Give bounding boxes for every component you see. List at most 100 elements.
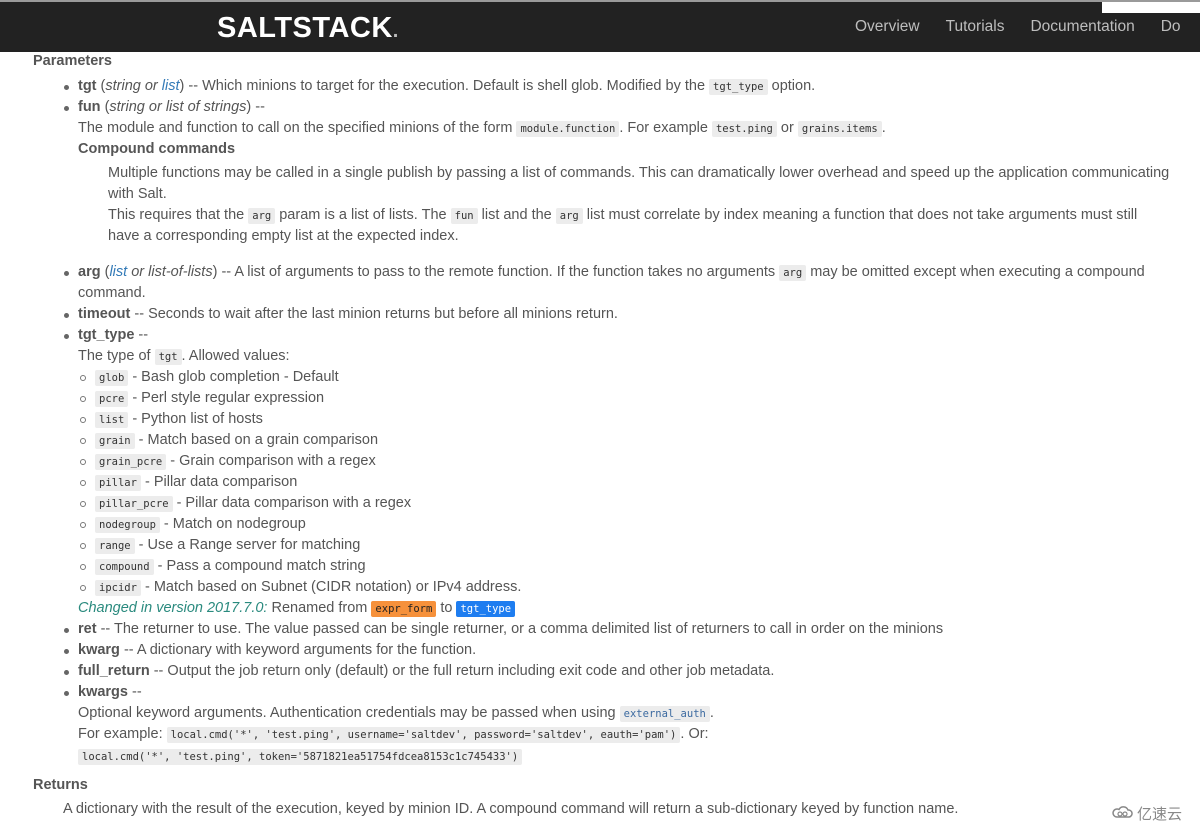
- tgt-type-value-item: compound - Pass a compound match string: [80, 556, 366, 578]
- tgt-type-intro: The type of tgt. Allowed values:: [78, 346, 290, 368]
- code-expr-form-highlighted: expr_form: [371, 601, 437, 617]
- value-desc: - Bash glob completion - Default: [128, 369, 339, 385]
- code-value: compound: [95, 559, 154, 575]
- kwargs-example: For example: local.cmd('*', 'test.ping',…: [78, 724, 709, 746]
- tgt-type-value-item: ipcidr - Match based on Subnet (CIDR not…: [79, 577, 522, 599]
- value-desc: - Pass a compound match string: [153, 558, 366, 574]
- param-type: string or list of strings: [109, 99, 247, 115]
- code-value: pcre: [95, 391, 129, 407]
- nav-documentation[interactable]: Documentation: [1030, 18, 1134, 36]
- param-desc: -- Output the job return only (default) …: [149, 663, 775, 679]
- nav-overview[interactable]: Overview: [855, 18, 920, 36]
- code-value: list: [95, 412, 129, 428]
- tgt-type-value-item: pcre - Perl style regular expression: [79, 388, 324, 410]
- returns-heading: Returns: [33, 777, 88, 793]
- param-name: full_return: [78, 663, 150, 679]
- tgt-type-value-item: nodegroup - Match on nodegroup: [80, 514, 306, 536]
- tgt-type-value-item: glob - Bash glob completion - Default: [80, 367, 339, 389]
- code-arg: arg: [555, 208, 583, 224]
- code-tgt-type: tgt_type: [709, 79, 768, 95]
- watermark-text: 亿速云: [1136, 806, 1182, 823]
- code-value: grain_pcre: [95, 454, 167, 470]
- text: The type of: [78, 348, 155, 364]
- param-full-return: full_return -- Output the job return onl…: [63, 661, 775, 682]
- code-test-ping: test.ping: [711, 121, 777, 137]
- arg-desc-end: command.: [78, 285, 146, 301]
- code-external-auth-link[interactable]: external_auth: [619, 706, 710, 722]
- tgt-type-value-item: pillar_pcre - Pillar data comparison wit…: [79, 493, 412, 515]
- code-tgt-type-selected: tgt_type: [456, 601, 516, 617]
- logo-text: SALTSTACK: [217, 12, 393, 44]
- code-value: range: [95, 538, 135, 554]
- main-nav: Overview Tutorials Documentation Do: [855, 18, 1200, 36]
- param-name: tgt: [78, 78, 97, 94]
- param-kwarg: kwarg -- A dictionary with keyword argum…: [63, 640, 477, 661]
- text: The module and function to call on the s…: [78, 120, 517, 136]
- nav-downloads[interactable]: Do: [1161, 18, 1181, 36]
- code-arg: arg: [248, 208, 276, 224]
- code-value: pillar_pcre: [95, 496, 173, 512]
- param-desc: -- Seconds to wait after the last minion…: [130, 306, 618, 322]
- text: Renamed from: [267, 600, 372, 616]
- param-desc: -- Which minions to target for the execu…: [184, 78, 710, 94]
- param-desc: may be omitted except when executing a c…: [806, 264, 1145, 280]
- logo-dot: .: [392, 20, 399, 42]
- compound-p2: This requires that the arg param is a li…: [108, 205, 1137, 227]
- returns-desc: A dictionary with the result of the exec…: [63, 801, 959, 817]
- code-value: pillar: [95, 475, 141, 491]
- param-tgt: tgt (string or list) -- Which minions to…: [63, 76, 815, 98]
- cloud-icon: [1112, 805, 1134, 823]
- code-value: grain: [95, 433, 135, 449]
- param-name: ret: [78, 621, 97, 637]
- code-value: glob: [95, 370, 129, 386]
- text: or: [776, 120, 798, 136]
- top-navbar: SALTSTACK. Overview Tutorials Documentat…: [0, 0, 1200, 52]
- text: . For example: [619, 120, 712, 136]
- param-desc: -- A dictionary with keyword arguments f…: [119, 642, 477, 658]
- param-name: timeout: [78, 306, 131, 322]
- search-box-edge[interactable]: [1102, 2, 1200, 13]
- param-arg: arg (list or list-of-lists) -- A list of…: [64, 262, 1145, 284]
- kwargs-example-token: local.cmd('*', 'test.ping', token='58718…: [78, 746, 523, 768]
- kwargs-desc: Optional keyword arguments. Authenticati…: [78, 703, 714, 725]
- code-module-function: module.function: [516, 121, 620, 137]
- tgt-type-value-item: range - Use a Range server for matching: [79, 535, 360, 557]
- text: . Or:: [680, 726, 709, 742]
- value-desc: - Pillar data comparison with a regex: [172, 495, 412, 511]
- param-name: fun: [78, 99, 101, 115]
- param-name: arg: [78, 264, 101, 280]
- code-example-eauth: local.cmd('*', 'test.ping', username='sa…: [166, 727, 681, 743]
- list-type-link[interactable]: list: [162, 78, 180, 94]
- value-desc: - Python list of hosts: [128, 411, 263, 427]
- separator: --: [127, 684, 142, 700]
- param-kwargs: kwargs --: [64, 682, 142, 703]
- saltstack-logo[interactable]: SALTSTACK.: [217, 12, 399, 45]
- tgt-type-value-item: list - Python list of hosts: [80, 409, 263, 431]
- code-fun: fun: [450, 208, 478, 224]
- value-desc: - Match based on a grain comparison: [134, 432, 379, 448]
- nav-tutorials[interactable]: Tutorials: [946, 18, 1005, 36]
- param-name: tgt_type: [78, 327, 135, 343]
- tgt-type-value-item: grain - Match based on a grain compariso…: [79, 430, 379, 452]
- value-desc: - Match on nodegroup: [159, 516, 306, 532]
- version-changed-label: Changed in version 2017.7.0:: [78, 600, 268, 616]
- code-arg: arg: [779, 265, 807, 281]
- param-desc: -- The returner to use. The value passed…: [96, 621, 944, 637]
- list-type-link[interactable]: list: [109, 264, 127, 280]
- text: . Allowed values:: [181, 348, 290, 364]
- value-desc: - Match based on Subnet (CIDR notation) …: [140, 579, 522, 595]
- separator: --: [251, 99, 265, 115]
- version-changed-note: Changed in version 2017.7.0: Renamed fro…: [78, 598, 516, 620]
- value-desc: - Grain comparison with a regex: [166, 453, 376, 469]
- code-example-token: local.cmd('*', 'test.ping', token='58718…: [78, 749, 523, 765]
- text: .: [881, 120, 886, 136]
- compound-p2-end: have a corresponding empty list at the e…: [108, 228, 459, 244]
- tgt-type-value-item: pillar - Pillar data comparison: [79, 472, 297, 494]
- param-type: or list-of-lists: [127, 264, 213, 280]
- code-grains-items: grains.items: [797, 121, 882, 137]
- text: For example:: [78, 726, 167, 742]
- text: param is a list of lists. The: [275, 207, 451, 223]
- text: list and the: [477, 207, 556, 223]
- text: This requires that the: [108, 207, 249, 223]
- separator: --: [134, 327, 149, 343]
